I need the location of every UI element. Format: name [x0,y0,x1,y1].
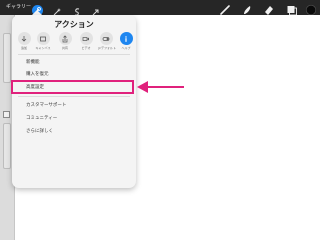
menu-item-community[interactable]: コミュニティー [26,115,57,121]
menu-item-customer-support[interactable]: カスタマーサポート [26,102,66,108]
tab-add[interactable]: 追加 [16,32,32,52]
modify-button[interactable] [3,111,10,118]
tab-preferences[interactable]: ｐデフォルト [98,32,117,52]
divider [18,96,130,97]
tab-video[interactable]: ビデオ [78,32,94,52]
opacity-slider[interactable] [3,123,11,169]
share-icon [62,34,68,42]
tab-canvas[interactable]: キャンバス [35,32,51,52]
actions-popover: アクション 追加 キャンバス 共有 ビデオ ｐデフォルト ヘルプ 新機能 購入を… [12,15,136,188]
tab-label: ヘルプ [121,46,131,50]
tab-label: 追加 [20,46,27,50]
top-toolbar: ギャラリー [0,0,320,16]
canvas-icon [40,36,46,41]
divider [18,54,130,55]
tab-label: キャンバス [35,46,51,50]
info-icon [125,35,127,42]
tab-help[interactable]: ヘルプ [118,32,134,52]
video-icon [82,36,89,41]
brush-size-slider[interactable] [3,33,11,83]
popover-title: アクション [54,20,94,29]
gallery-button[interactable]: ギャラリー [6,3,31,10]
preferences-icon [102,36,110,41]
menu-item-learn-more[interactable]: さらに詳しく [26,128,53,134]
menu-item-whats-new[interactable]: 新機能 [26,59,40,65]
tab-label: ｐデフォルト [98,46,117,50]
pointer-arrow-icon [137,81,184,93]
menu-item-restore-purchase[interactable]: 購入を復元 [26,71,49,77]
tab-share[interactable]: 共有 [57,32,73,52]
tab-label: 共有 [61,46,68,50]
tab-label: ビデオ [81,46,91,50]
add-icon [21,35,27,42]
highlight-box [11,80,134,94]
